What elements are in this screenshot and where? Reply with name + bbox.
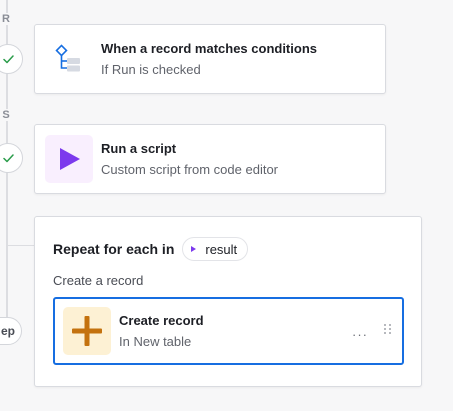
- trigger-status-indicator: [0, 44, 23, 74]
- rail-branch-line: [6, 245, 36, 246]
- drag-handle-icon[interactable]: [384, 324, 392, 334]
- rail-letter-middle: S: [0, 109, 12, 121]
- trigger-subtitle: If Run is checked: [101, 62, 201, 77]
- run-script-card[interactable]: Run a script Custom script from code edi…: [34, 124, 386, 194]
- result-token[interactable]: result: [182, 237, 249, 261]
- repeat-group-card[interactable]: Repeat for each in result Create a recor…: [34, 216, 422, 387]
- rail-step-pill[interactable]: ep: [0, 317, 22, 345]
- more-options-icon[interactable]: ···: [352, 327, 368, 342]
- rail-letter-top: R: [0, 13, 12, 25]
- script-status-indicator: [0, 143, 23, 173]
- check-icon: [2, 153, 14, 162]
- trigger-icon-tile: [45, 35, 93, 83]
- script-title: Run a script: [101, 141, 177, 156]
- flowchart-icon: [55, 44, 80, 72]
- create-record-title: Create record: [119, 313, 204, 328]
- token-arrow-icon: [191, 246, 197, 252]
- plus-icon: [72, 316, 102, 346]
- trigger-title: When a record matches conditions: [101, 41, 317, 56]
- create-icon-tile: [63, 307, 111, 355]
- create-record-card[interactable]: Create record In New table ···: [53, 297, 404, 365]
- create-record-subtitle: In New table: [119, 334, 192, 349]
- result-token-label: result: [205, 241, 238, 257]
- script-subtitle: Custom script from code editor: [101, 162, 279, 177]
- repeat-title: Repeat for each in: [53, 241, 175, 257]
- check-icon: [2, 54, 14, 63]
- trigger-card[interactable]: When a record matches conditions If Run …: [34, 24, 386, 94]
- script-icon-tile: [45, 135, 93, 183]
- play-icon: [60, 148, 80, 170]
- repeat-sub-label: Create a record: [53, 273, 144, 288]
